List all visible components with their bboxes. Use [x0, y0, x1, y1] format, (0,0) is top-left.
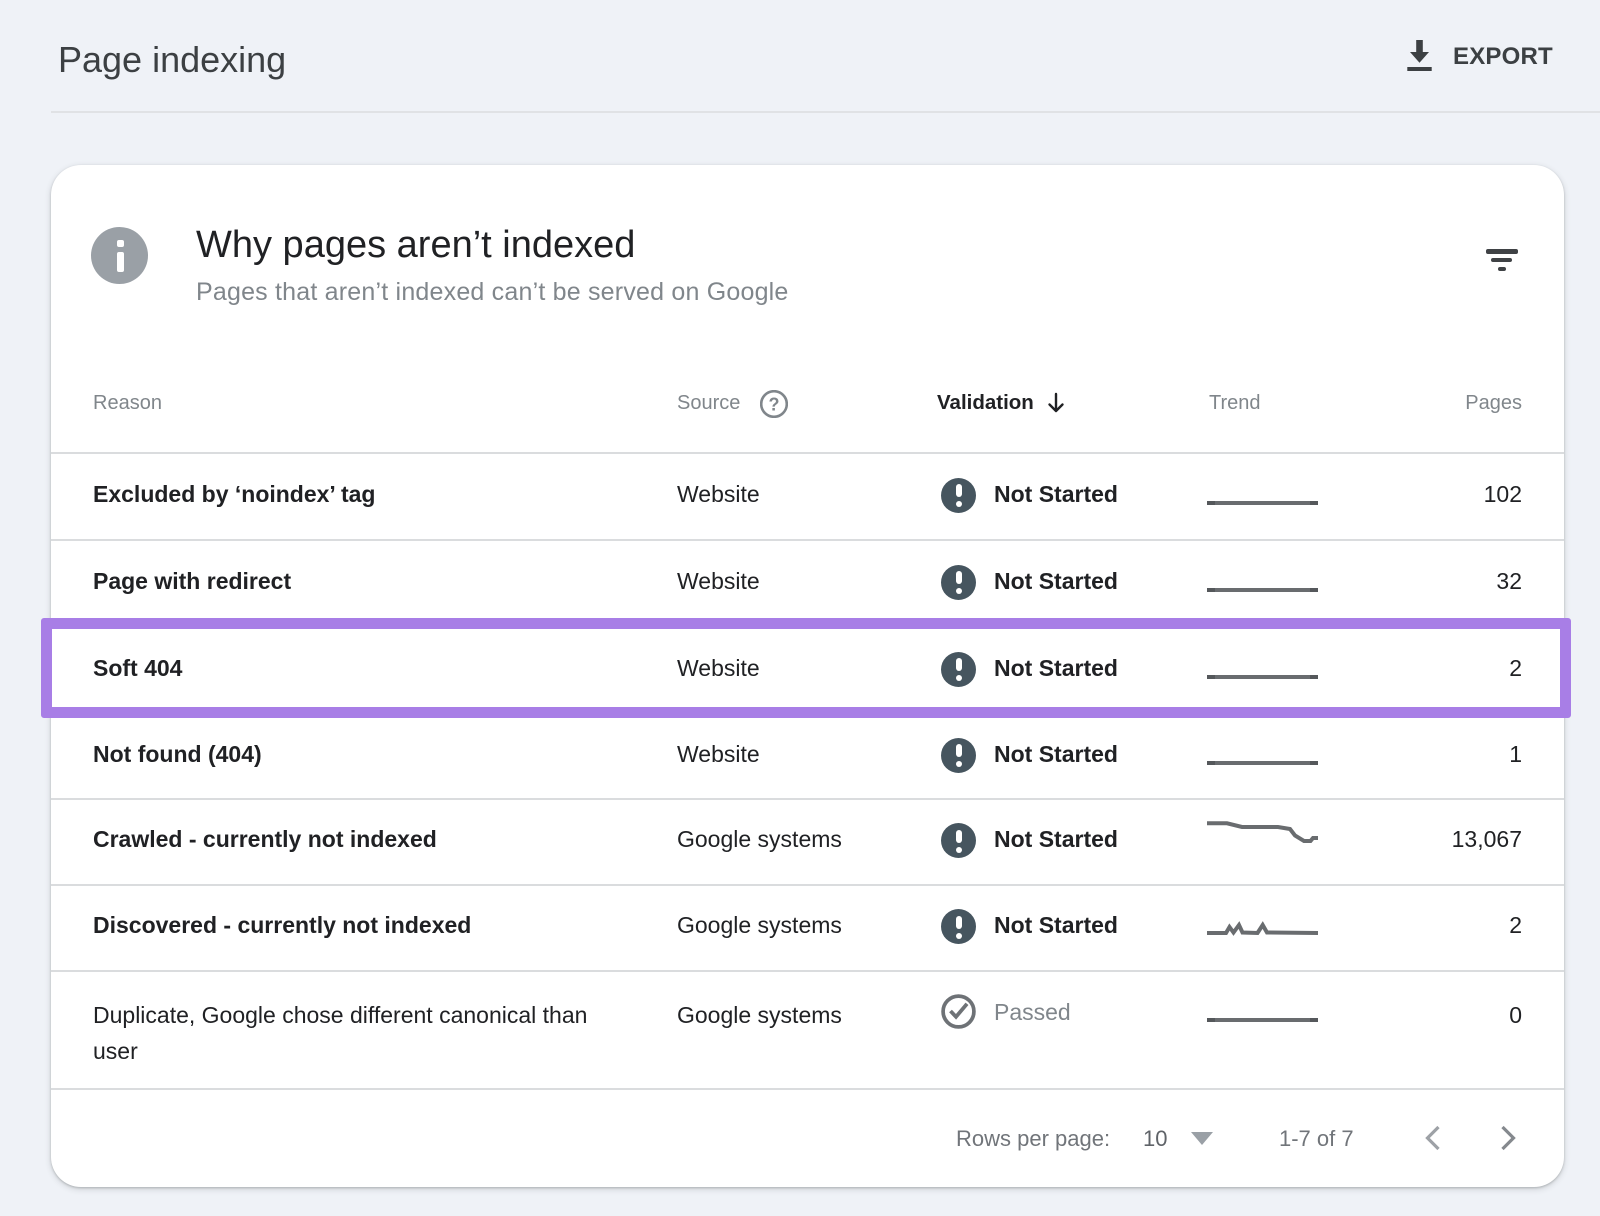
svg-text:?: ?: [769, 395, 780, 415]
